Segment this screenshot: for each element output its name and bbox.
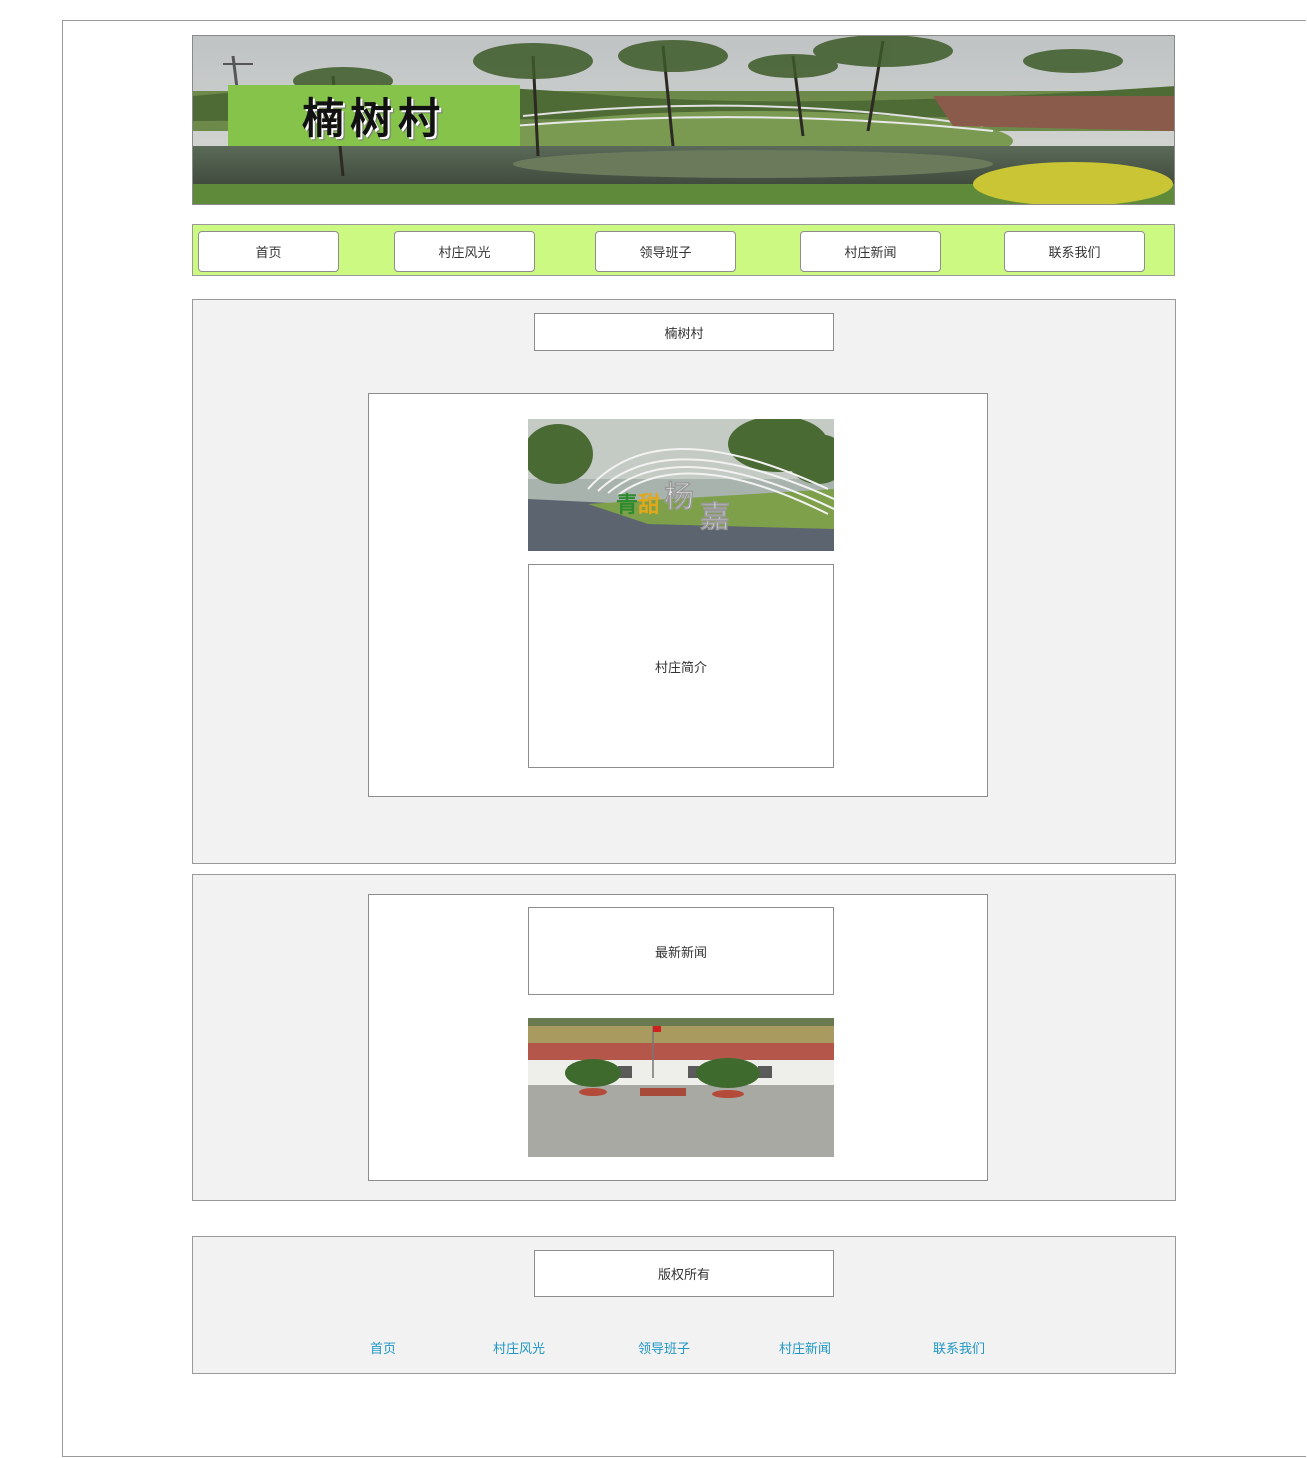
nav-scenery-button[interactable]: 村庄风光: [394, 231, 535, 272]
footer-link-scenery[interactable]: 村庄风光: [493, 1338, 545, 1357]
footer-link-home[interactable]: 首页: [370, 1338, 396, 1357]
sign-char-2: 甜: [638, 492, 660, 518]
sign-char-4: 嘉: [700, 500, 730, 535]
nav-leadership-button[interactable]: 领导班子: [595, 231, 736, 272]
site-title: 楠树村: [228, 85, 520, 146]
nav-home-button[interactable]: 首页: [198, 231, 339, 272]
footer-link-leadership[interactable]: 领导班子: [638, 1338, 690, 1357]
latest-news-box: 最新新闻: [528, 907, 834, 995]
main-nav: 首页 村庄风光 领导班子 村庄新闻 联系我们: [192, 224, 1175, 276]
footer-link-news[interactable]: 村庄新闻: [779, 1338, 831, 1357]
footer-link-contact[interactable]: 联系我们: [933, 1338, 985, 1357]
section-heading: 楠树村: [534, 313, 834, 351]
sign-char-3: 杨: [664, 480, 694, 515]
nav-contact-button[interactable]: 联系我们: [1004, 231, 1145, 272]
village-gate-image: 青 甜 杨 嘉: [528, 419, 834, 551]
sign-char-1: 青: [616, 493, 638, 518]
nav-news-button[interactable]: 村庄新闻: [800, 231, 941, 272]
village-intro-box: 村庄简介: [528, 564, 834, 768]
village-office-image: [528, 1018, 834, 1157]
copyright-box: 版权所有: [534, 1250, 834, 1297]
header-banner: 楠树村: [192, 35, 1175, 205]
